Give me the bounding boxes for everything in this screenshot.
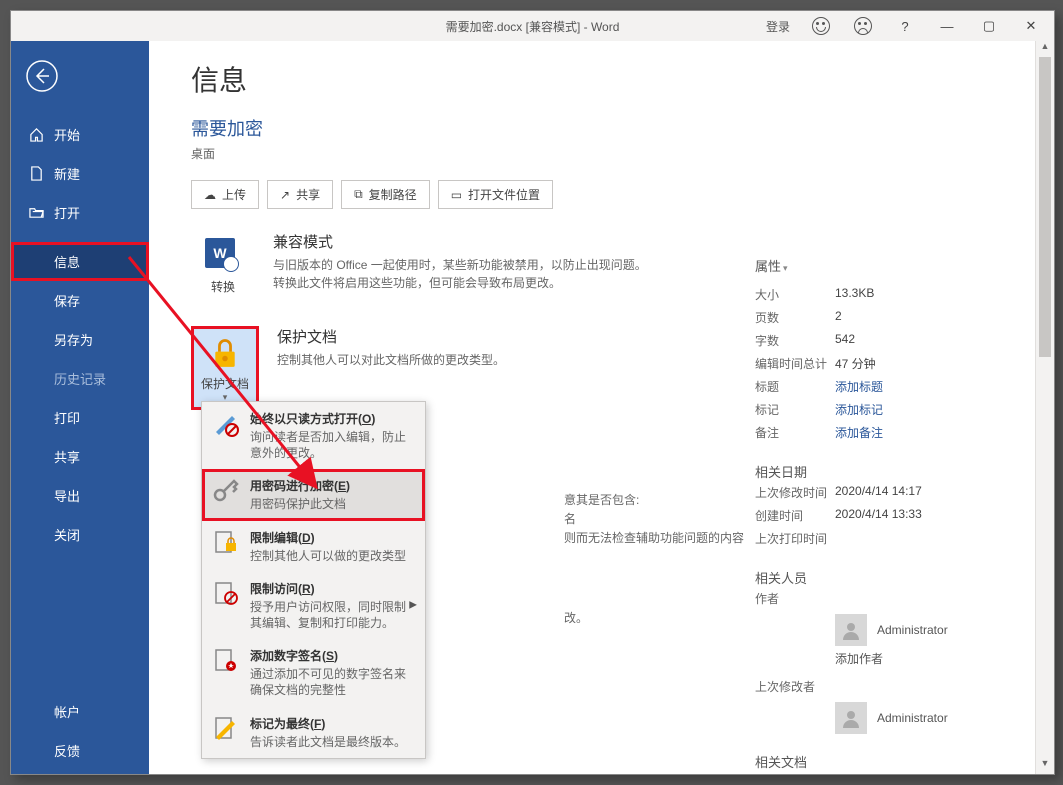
login-link[interactable]: 登录: [766, 18, 790, 35]
nav-close[interactable]: 关闭: [11, 515, 149, 554]
lastmod-entry[interactable]: Administrator: [835, 702, 1010, 734]
titlebar: 需要加密.docx [兼容模式] - Word 登录 ? — ▢ ✕: [11, 11, 1054, 41]
avatar-icon: [835, 614, 867, 646]
document-location: 桌面: [191, 145, 1012, 162]
maximize-button[interactable]: ▢: [972, 11, 1006, 41]
menu-encrypt[interactable]: 用密码进行加密(E)用密码保护此文档: [202, 469, 425, 520]
share-icon: ↗: [280, 188, 290, 202]
prop-created: 2020/4/14 13:33: [835, 507, 922, 524]
lock-shield-icon: [207, 335, 243, 371]
info-toolbar: ☁上传 ↗共享 ⧉复制路径 ▭打开文件位置: [191, 180, 1012, 209]
menu-restrict-access[interactable]: 限制访问(R)授予用户访问权限，同时限制其编辑、复制和打印能力。 ▶: [202, 572, 425, 639]
copypath-button[interactable]: ⧉复制路径: [341, 180, 430, 209]
nav-print[interactable]: 打印: [11, 398, 149, 437]
add-author[interactable]: 添加作者: [835, 650, 1010, 667]
compat-title: 兼容模式: [273, 231, 653, 252]
related-docs-header: 相关文档: [755, 752, 1010, 771]
menu-readonly[interactable]: 始终以只读方式打开(O)询问读者是否加入编辑，防止意外的更改。: [202, 402, 425, 469]
key-icon: [212, 477, 240, 505]
scroll-up-icon[interactable]: ▲: [1036, 41, 1054, 57]
restrict-access-icon: [212, 580, 240, 608]
nav-options[interactable]: 选顶: [11, 770, 149, 775]
protect-document-menu: 始终以只读方式打开(O)询问读者是否加入编辑，防止意外的更改。 用密码进行加密(…: [201, 401, 426, 759]
author-entry[interactable]: Administrator: [835, 614, 1010, 646]
avatar-icon: [835, 702, 867, 734]
final-icon: [212, 715, 240, 743]
compat-desc: 与旧版本的 Office 一起使用时，某些新功能被禁用，以防止出现问题。转换此文…: [273, 256, 653, 292]
back-button[interactable]: [25, 59, 65, 99]
properties-header[interactable]: 属性▾: [755, 256, 1010, 275]
nav-feedback[interactable]: 反馈: [11, 731, 149, 770]
upload-button[interactable]: ☁上传: [191, 180, 259, 209]
folder-icon: ▭: [451, 188, 462, 202]
nav-open[interactable]: 打开: [11, 193, 149, 232]
signature-icon: [212, 647, 240, 675]
scrollbar[interactable]: ▲ ▼: [1035, 41, 1054, 774]
document-name: 需要加密: [191, 115, 1012, 141]
upload-icon: ☁: [204, 188, 216, 202]
page-heading: 信息: [191, 59, 1012, 99]
prop-tags[interactable]: 添加标记: [835, 401, 883, 418]
protect-title: 保护文档: [277, 326, 505, 347]
nav-saveas[interactable]: 另存为: [11, 320, 149, 359]
backstage-sidebar: 开始 新建 打开 信息 保存 另存为 历史记录 打印 共享 导出 关闭 帐户 反…: [11, 41, 149, 774]
restrict-edit-icon: [212, 529, 240, 557]
window-title: 需要加密.docx [兼容模式] - Word: [446, 18, 620, 35]
nav-export[interactable]: 导出: [11, 476, 149, 515]
face-sad-icon[interactable]: [846, 11, 880, 41]
share-button[interactable]: ↗共享: [267, 180, 333, 209]
nav-account[interactable]: 帐户: [11, 692, 149, 731]
chevron-down-icon: ▾: [783, 263, 788, 273]
prop-pages: 2: [835, 309, 842, 326]
face-smile-icon[interactable]: [804, 11, 838, 41]
related-people-header: 相关人员: [755, 568, 1010, 587]
prop-title[interactable]: 添加标题: [835, 378, 883, 395]
scroll-down-icon[interactable]: ▼: [1036, 758, 1054, 774]
word-convert-icon: W: [205, 238, 235, 268]
nav-history: 历史记录: [11, 359, 149, 398]
openlocation-button[interactable]: ▭打开文件位置: [438, 180, 553, 209]
nav-save[interactable]: 保存: [11, 281, 149, 320]
nav-home[interactable]: 开始: [11, 115, 149, 154]
prop-modified: 2020/4/14 14:17: [835, 484, 922, 501]
prop-comments[interactable]: 添加备注: [835, 424, 883, 441]
related-dates-header: 相关日期: [755, 462, 1010, 481]
prop-edittime: 47 分钟: [835, 355, 876, 372]
properties-panel: 属性▾ 大小13.3KB 页数2 字数542 编辑时间总计47 分钟 标题添加标…: [755, 256, 1010, 774]
help-button[interactable]: ?: [888, 11, 922, 41]
nav-info[interactable]: 信息: [11, 242, 149, 281]
submenu-arrow-icon: ▶: [409, 600, 417, 611]
scroll-thumb[interactable]: [1039, 57, 1051, 357]
link-icon: ⧉: [354, 187, 363, 202]
prop-size: 13.3KB: [835, 286, 874, 303]
menu-mark-final[interactable]: 标记为最终(F)告诉读者此文档是最终版本。: [202, 707, 425, 758]
nav-share[interactable]: 共享: [11, 437, 149, 476]
minimize-button[interactable]: —: [930, 11, 964, 41]
protect-desc: 控制其他人可以对此文档所做的更改类型。: [277, 351, 505, 369]
protect-document-button[interactable]: 保护文档 ▾: [191, 326, 259, 410]
nav-new[interactable]: 新建: [11, 154, 149, 193]
check-issues-partial: 意其是否包含: 名 则而无法检查辅助功能问题的内容 改。: [564, 491, 744, 628]
menu-restrict-edit[interactable]: 限制编辑(D)控制其他人可以做的更改类型: [202, 521, 425, 572]
menu-digital-signature[interactable]: 添加数字签名(S)通过添加不可见的数字签名来确保文档的完整性: [202, 639, 425, 706]
readonly-icon: [212, 410, 240, 438]
prop-words: 542: [835, 332, 855, 349]
close-button[interactable]: ✕: [1014, 11, 1048, 41]
convert-button[interactable]: W 转换: [191, 231, 255, 300]
